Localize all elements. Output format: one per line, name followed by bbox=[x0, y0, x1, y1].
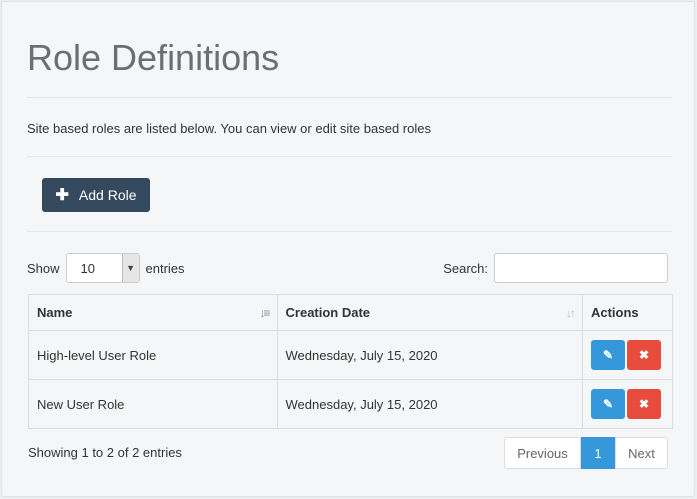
close-icon: ✖ bbox=[638, 397, 650, 411]
edit-icon: ✎ bbox=[602, 348, 614, 362]
role-name-cell: New User Role bbox=[28, 379, 278, 429]
actions-cell: ✎ ✖ bbox=[581, 330, 674, 380]
page-description: Site based roles are listed below. You c… bbox=[27, 121, 431, 136]
edit-icon: ✎ bbox=[602, 397, 614, 411]
entries-select[interactable]: 10 ▼ bbox=[65, 253, 140, 283]
next-page-button[interactable]: Next bbox=[615, 437, 668, 469]
table-row: High-level User Role Wednesday, July 15,… bbox=[28, 330, 674, 380]
delete-button[interactable]: ✖ bbox=[626, 340, 661, 370]
roles-table: Name ↓≡ Creation Date ↓↑ Actions High-le… bbox=[28, 294, 674, 429]
column-header-creation-date-label: Creation Date bbox=[285, 305, 371, 320]
add-role-button[interactable]: ✚ Add Role bbox=[42, 178, 150, 212]
search-label: Search: bbox=[443, 260, 488, 276]
chevron-down-icon: ▼ bbox=[121, 254, 139, 282]
entries-label: entries bbox=[145, 260, 185, 276]
actions-cell: ✎ ✖ bbox=[581, 379, 674, 429]
divider bbox=[27, 97, 672, 98]
sort-icon: ↓↑ bbox=[565, 306, 576, 320]
search-input[interactable] bbox=[494, 253, 668, 283]
previous-page-button[interactable]: Previous bbox=[504, 437, 581, 469]
delete-button[interactable]: ✖ bbox=[626, 389, 661, 419]
role-name-cell: High-level User Role bbox=[28, 330, 278, 380]
close-icon: ✖ bbox=[638, 348, 650, 362]
column-header-actions: Actions bbox=[581, 294, 674, 331]
page-1-button[interactable]: 1 bbox=[581, 437, 615, 469]
table-info: Showing 1 to 2 of 2 entries bbox=[28, 445, 182, 460]
edit-button[interactable]: ✎ bbox=[590, 389, 625, 419]
column-header-creation-date[interactable]: Creation Date ↓↑ bbox=[276, 294, 583, 331]
pagination: Previous 1 Next bbox=[504, 437, 668, 469]
page-title: Role Definitions bbox=[27, 37, 280, 78]
table-row: New User Role Wednesday, July 15, 2020 ✎… bbox=[28, 379, 674, 429]
column-header-name-label: Name bbox=[37, 305, 73, 320]
table-header-row: Name ↓≡ Creation Date ↓↑ Actions bbox=[28, 294, 674, 331]
content-panel: Role Definitions Site based roles are li… bbox=[1, 1, 695, 497]
creation-date-cell: Wednesday, July 15, 2020 bbox=[276, 379, 583, 429]
entries-length-control: Show 10 ▼ entries bbox=[27, 253, 185, 283]
add-role-label: Add Role bbox=[78, 187, 137, 203]
creation-date-cell: Wednesday, July 15, 2020 bbox=[276, 330, 583, 380]
divider bbox=[27, 231, 672, 232]
edit-button[interactable]: ✎ bbox=[590, 340, 625, 370]
divider bbox=[27, 156, 672, 157]
show-label: Show bbox=[27, 260, 60, 276]
column-header-name[interactable]: Name ↓≡ bbox=[28, 294, 278, 331]
sort-alpha-icon: ↓≡ bbox=[259, 306, 271, 320]
plus-icon: ✚ bbox=[55, 187, 69, 204]
search-control: Search: bbox=[443, 253, 668, 283]
entries-select-value: 10 bbox=[80, 260, 95, 276]
column-header-actions-label: Actions bbox=[590, 305, 639, 320]
